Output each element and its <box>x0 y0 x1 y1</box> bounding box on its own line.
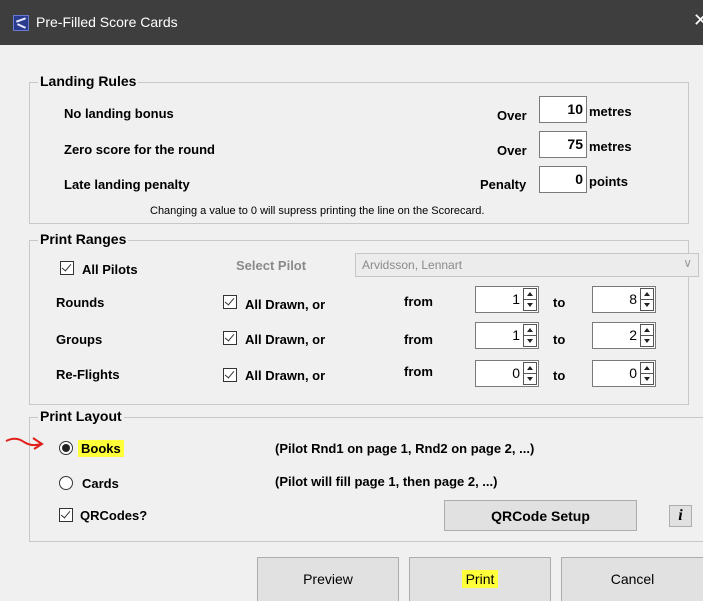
rounds-from-spinner[interactable]: 1 <box>475 286 539 313</box>
to-label: to <box>553 295 566 310</box>
no-landing-bonus-input[interactable]: 10 <box>539 96 587 123</box>
landing-row-qualifier: Over <box>497 143 527 158</box>
select-pilot-value: Arvidsson, Lennart <box>362 258 463 272</box>
print-layout-title: Print Layout <box>38 408 124 424</box>
spin-down-icon[interactable] <box>641 336 653 347</box>
spin-up-icon[interactable] <box>524 325 536 336</box>
spinner-value: 1 <box>512 291 520 307</box>
from-label: from <box>404 332 433 347</box>
landing-rules-title: Landing Rules <box>38 73 139 89</box>
landing-row-unit: metres <box>589 104 632 119</box>
zero-score-input[interactable]: 75 <box>539 131 587 158</box>
rounds-to-spinner[interactable]: 8 <box>592 286 656 313</box>
cards-radio[interactable] <box>59 476 73 490</box>
window-title: Pre-Filled Score Cards <box>36 14 178 30</box>
reflights-from-spinner[interactable]: 0 <box>475 360 539 387</box>
spin-up-icon[interactable] <box>641 325 653 336</box>
spin-down-icon[interactable] <box>524 374 536 385</box>
print-ranges-title: Print Ranges <box>38 231 129 247</box>
qrcodes-checkbox[interactable] <box>59 508 73 522</box>
landing-rules-note: Changing a value to 0 will supress print… <box>150 205 485 217</box>
range-row-label: Rounds <box>56 295 105 310</box>
spin-up-icon[interactable] <box>641 363 653 374</box>
landing-row-unit: metres <box>589 139 632 154</box>
landing-row-label: Late landing penalty <box>64 177 190 192</box>
from-label: from <box>404 364 433 379</box>
reflights-all-drawn-checkbox[interactable] <box>223 368 237 382</box>
spin-up-icon[interactable] <box>524 289 536 300</box>
range-row-label: Groups <box>56 332 103 347</box>
title-bar: Pre-Filled Score Cards ✕ <box>0 0 703 45</box>
late-landing-penalty-input[interactable]: 0 <box>539 166 587 193</box>
cards-label: Cards <box>82 476 119 491</box>
cancel-button[interactable]: Cancel <box>561 557 703 601</box>
spin-up-icon[interactable] <box>524 363 536 374</box>
spin-down-icon[interactable] <box>524 300 536 311</box>
from-label: from <box>404 294 433 309</box>
spinner-value: 0 <box>629 365 637 381</box>
to-label: to <box>553 332 566 347</box>
select-pilot-dropdown[interactable]: Arvidsson, Lennart ∨ <box>355 253 699 277</box>
qrcodes-label: QRCodes? <box>80 508 148 523</box>
spin-up-icon[interactable] <box>641 289 653 300</box>
books-description: (Pilot Rnd1 on page 1, Rnd2 on page 2, .… <box>275 441 535 456</box>
spin-down-icon[interactable] <box>641 374 653 385</box>
qrcode-setup-button[interactable]: QRCode Setup <box>444 500 637 531</box>
landing-row-qualifier: Over <box>497 108 527 123</box>
to-label: to <box>553 368 566 383</box>
landing-row-qualifier: Penalty <box>480 177 527 192</box>
info-icon[interactable]: i <box>669 505 692 527</box>
close-icon[interactable]: ✕ <box>693 10 703 34</box>
groups-from-spinner[interactable]: 1 <box>475 322 539 349</box>
cancel-label: Cancel <box>610 571 655 587</box>
spin-down-icon[interactable] <box>641 300 653 311</box>
all-drawn-label: All Drawn, or <box>245 332 326 347</box>
annotation-arrow-icon <box>5 437 44 450</box>
rounds-all-drawn-checkbox[interactable] <box>223 295 237 309</box>
groups-to-spinner[interactable]: 2 <box>592 322 656 349</box>
cards-description: (Pilot will fill page 1, then page 2, ..… <box>275 474 498 489</box>
groups-all-drawn-checkbox[interactable] <box>223 331 237 345</box>
range-row-label: Re-Flights <box>56 367 120 382</box>
print-label: Print <box>461 570 499 588</box>
spinner-value: 8 <box>629 291 637 307</box>
spin-down-icon[interactable] <box>524 336 536 347</box>
select-pilot-label: Select Pilot <box>236 258 307 273</box>
all-drawn-label: All Drawn, or <box>245 297 326 312</box>
landing-row-label: No landing bonus <box>64 106 174 121</box>
all-pilots-checkbox[interactable] <box>60 261 74 275</box>
books-radio[interactable] <box>59 441 73 455</box>
all-drawn-label: All Drawn, or <box>245 368 326 383</box>
reflights-to-spinner[interactable]: 0 <box>592 360 656 387</box>
spinner-value: 1 <box>512 327 520 343</box>
landing-row-label: Zero score for the round <box>64 142 215 157</box>
preview-button[interactable]: Preview <box>257 557 399 601</box>
books-label: Books <box>78 440 124 457</box>
app-icon <box>13 15 29 31</box>
spinner-value: 0 <box>512 365 520 381</box>
print-button[interactable]: Print <box>409 557 551 601</box>
preview-label: Preview <box>303 571 353 587</box>
chevron-down-icon: ∨ <box>683 256 692 270</box>
landing-row-unit: points <box>589 174 628 189</box>
spinner-value: 2 <box>629 327 637 343</box>
all-pilots-label: All Pilots <box>82 262 138 277</box>
